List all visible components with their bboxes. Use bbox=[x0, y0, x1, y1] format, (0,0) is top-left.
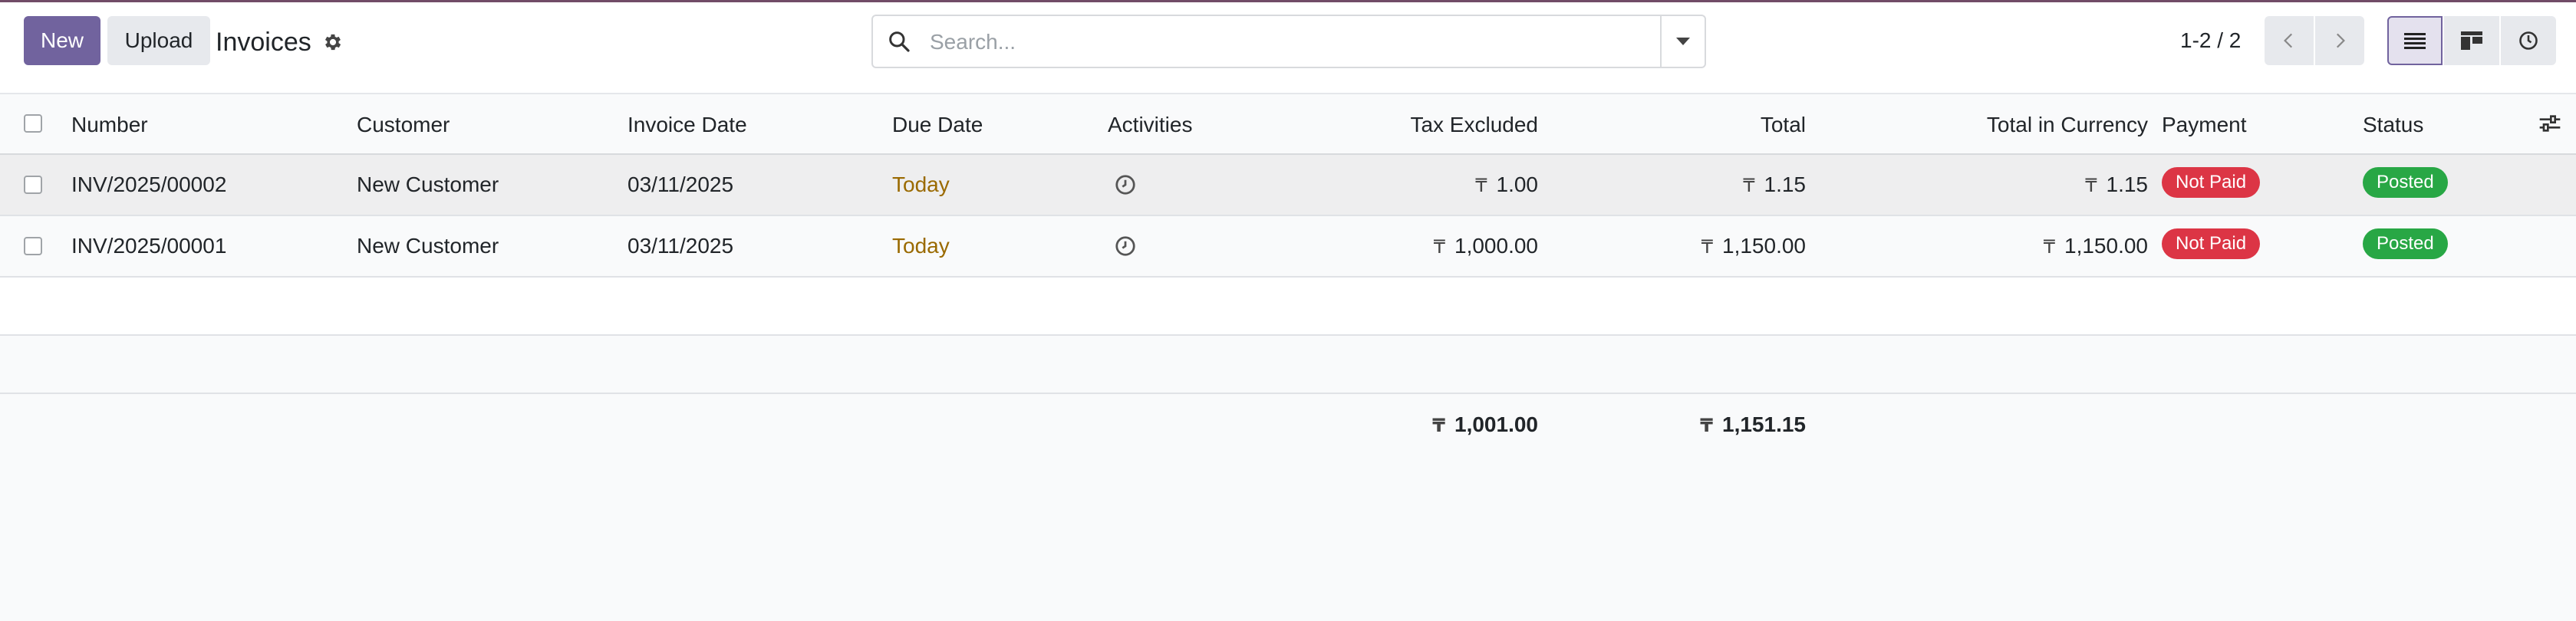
search-dropdown-toggle[interactable] bbox=[1660, 16, 1705, 67]
invoice-number: INV/2025/00001 bbox=[71, 234, 227, 258]
total-amount: ₸ 1,150.00 bbox=[1701, 234, 1806, 258]
clock-icon[interactable] bbox=[1114, 235, 1137, 258]
column-header-total-in-currency[interactable]: Total in Currency bbox=[1987, 113, 2148, 137]
column-header-status[interactable]: Status bbox=[2363, 113, 2423, 137]
tax-excluded-value: 1,000.00 bbox=[1454, 234, 1538, 258]
empty-row bbox=[0, 278, 2576, 336]
total-amount: ₸ 1.15 bbox=[1743, 172, 1806, 197]
page-title: Invoices bbox=[216, 28, 311, 57]
column-header-number[interactable]: Number bbox=[71, 113, 148, 137]
clock-icon[interactable] bbox=[1114, 173, 1137, 196]
pager-value[interactable]: 1-2 / 2 bbox=[2180, 28, 2241, 53]
invoice-date: 03/11/2025 bbox=[628, 234, 734, 258]
currency-symbol: ₸ bbox=[2085, 175, 2097, 196]
upload-button[interactable]: Upload bbox=[107, 16, 210, 65]
pager-previous-button[interactable] bbox=[2265, 16, 2314, 65]
tax-excluded-amount: ₸ 1.00 bbox=[1475, 172, 1538, 197]
select-all-checkbox[interactable] bbox=[24, 114, 42, 133]
pager-next-button[interactable] bbox=[2315, 16, 2364, 65]
currency-symbol: ₸ bbox=[1433, 236, 1445, 258]
tax-excluded-amount: ₸ 1,000.00 bbox=[1434, 234, 1538, 258]
table-row[interactable]: INV/2025/00002 New Customer 03/11/2025 T… bbox=[0, 155, 2576, 216]
control-panel: New Upload Invoices 1-2 / 2 bbox=[0, 2, 2576, 94]
table-header: Number Customer Invoice Date Due Date Ac… bbox=[0, 94, 2576, 155]
currency-symbol: ₸ bbox=[1743, 175, 1755, 196]
tax-excluded-sum-value: 1,001.00 bbox=[1454, 412, 1538, 436]
total-in-currency-amount: ₸ 1.15 bbox=[2085, 172, 2148, 197]
table-footer-totals: ₸ 1,001.00 ₸ 1,151.15 bbox=[0, 394, 2576, 455]
currency-symbol: ₸ bbox=[2043, 236, 2055, 258]
status-badge: Posted bbox=[2363, 228, 2448, 259]
customer-name: New Customer bbox=[357, 234, 499, 258]
search-icon bbox=[889, 31, 910, 52]
column-header-total[interactable]: Total bbox=[1761, 113, 1806, 137]
invoice-number: INV/2025/00002 bbox=[71, 172, 227, 196]
currency-symbol: ₸ bbox=[1700, 415, 1713, 436]
caret-down-icon bbox=[1676, 38, 1690, 45]
row-checkbox[interactable] bbox=[24, 237, 42, 255]
list-view-icon bbox=[2404, 33, 2426, 49]
activity-view-button[interactable] bbox=[2501, 16, 2556, 65]
currency-symbol: ₸ bbox=[1475, 175, 1487, 196]
total-in-currency-value: 1,150.00 bbox=[2064, 234, 2148, 258]
currency-symbol: ₸ bbox=[1701, 236, 1713, 258]
list-view-button[interactable] bbox=[2387, 16, 2443, 65]
search-input[interactable] bbox=[928, 24, 1606, 61]
total-sum: ₸ 1,151.15 bbox=[1700, 412, 1806, 437]
new-button[interactable]: New bbox=[24, 16, 100, 65]
sliders-icon[interactable] bbox=[2538, 111, 2562, 136]
column-header-activities[interactable]: Activities bbox=[1108, 113, 1192, 137]
column-header-invoice-date[interactable]: Invoice Date bbox=[628, 113, 747, 137]
chevron-right-icon bbox=[2336, 33, 2345, 48]
total-value: 1,150.00 bbox=[1722, 234, 1806, 258]
table-row[interactable]: INV/2025/00001 New Customer 03/11/2025 T… bbox=[0, 216, 2576, 278]
total-value: 1.15 bbox=[1764, 172, 1807, 196]
column-header-due-date[interactable]: Due Date bbox=[892, 113, 983, 137]
kanban-view-button[interactable] bbox=[2444, 16, 2499, 65]
payment-status-badge: Not Paid bbox=[2162, 228, 2261, 259]
column-header-tax-excluded[interactable]: Tax Excluded bbox=[1410, 113, 1538, 137]
customer-name: New Customer bbox=[357, 172, 499, 196]
tax-excluded-value: 1.00 bbox=[1496, 172, 1539, 196]
search-box bbox=[871, 15, 1706, 68]
total-in-currency-amount: ₸ 1,150.00 bbox=[2044, 234, 2148, 258]
due-date: Today bbox=[892, 234, 950, 258]
empty-row bbox=[0, 336, 2576, 394]
clock-icon bbox=[2519, 31, 2538, 50]
kanban-view-icon bbox=[2461, 31, 2482, 50]
column-header-customer[interactable]: Customer bbox=[357, 113, 450, 137]
gear-icon[interactable] bbox=[322, 31, 344, 53]
status-badge: Posted bbox=[2363, 167, 2448, 198]
column-header-payment[interactable]: Payment bbox=[2162, 113, 2247, 137]
tax-excluded-sum: ₸ 1,001.00 bbox=[1432, 412, 1538, 437]
due-date: Today bbox=[892, 172, 950, 196]
currency-symbol: ₸ bbox=[1432, 415, 1445, 436]
payment-status-badge: Not Paid bbox=[2162, 167, 2261, 198]
chevron-left-icon bbox=[2284, 33, 2293, 48]
invoice-date: 03/11/2025 bbox=[628, 172, 734, 196]
total-in-currency-value: 1.15 bbox=[2106, 172, 2149, 196]
total-sum-value: 1,151.15 bbox=[1722, 412, 1806, 436]
row-checkbox[interactable] bbox=[24, 176, 42, 194]
